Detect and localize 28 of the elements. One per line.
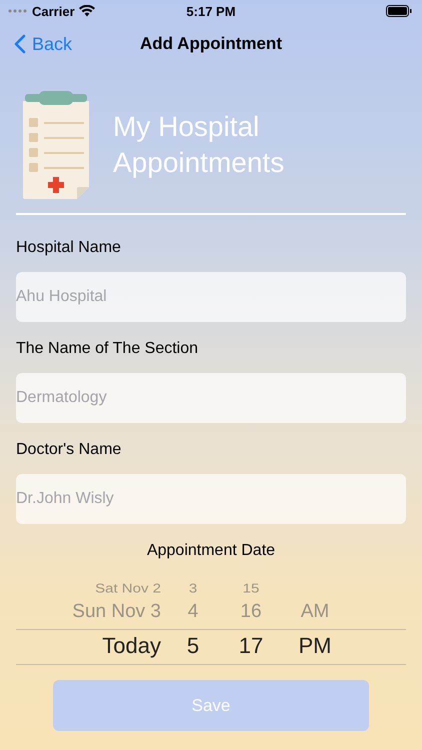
picker-period[interactable]: PM xyxy=(298,633,332,658)
picker-minute[interactable]: 15 xyxy=(227,580,275,596)
date-label: Appointment Date xyxy=(146,542,276,559)
input-field[interactable]: Dr.John Wisly xyxy=(16,474,406,524)
field-label: The Name of The Section xyxy=(16,340,200,358)
app-title: My Hospital Appointments xyxy=(113,110,286,180)
picker-date[interactable]: Sun Nov 3 xyxy=(16,601,161,623)
wifi-icon xyxy=(78,5,95,17)
status-time: 5:17 PM xyxy=(186,4,236,18)
signal-icon xyxy=(8,9,28,13)
picker-period[interactable]: AM xyxy=(300,601,330,622)
picker-hour[interactable]: 3 xyxy=(161,580,225,596)
screen-title: Add Appointment xyxy=(140,34,282,54)
picker-minute[interactable]: 16 xyxy=(227,601,275,623)
picker-hour[interactable]: 5 xyxy=(161,633,225,659)
input-field[interactable]: Ahu Hospital xyxy=(16,272,406,322)
input-field[interactable]: Dermatology xyxy=(16,373,406,423)
picker-minute[interactable]: 17 xyxy=(227,633,275,659)
battery-icon xyxy=(386,5,412,17)
back-button[interactable]: Back xyxy=(0,34,72,54)
chevron-left-icon xyxy=(14,34,26,54)
carrier-name: Carrier xyxy=(32,4,75,18)
picker-date[interactable]: Today xyxy=(16,633,161,659)
field-label: Hospital Name xyxy=(16,239,122,257)
picker-date[interactable]: Sat Nov 2 xyxy=(16,580,161,596)
field-label: Doctor's Name xyxy=(16,441,122,459)
clipboard-icon xyxy=(21,91,91,199)
picker-hour[interactable]: 4 xyxy=(161,601,225,623)
